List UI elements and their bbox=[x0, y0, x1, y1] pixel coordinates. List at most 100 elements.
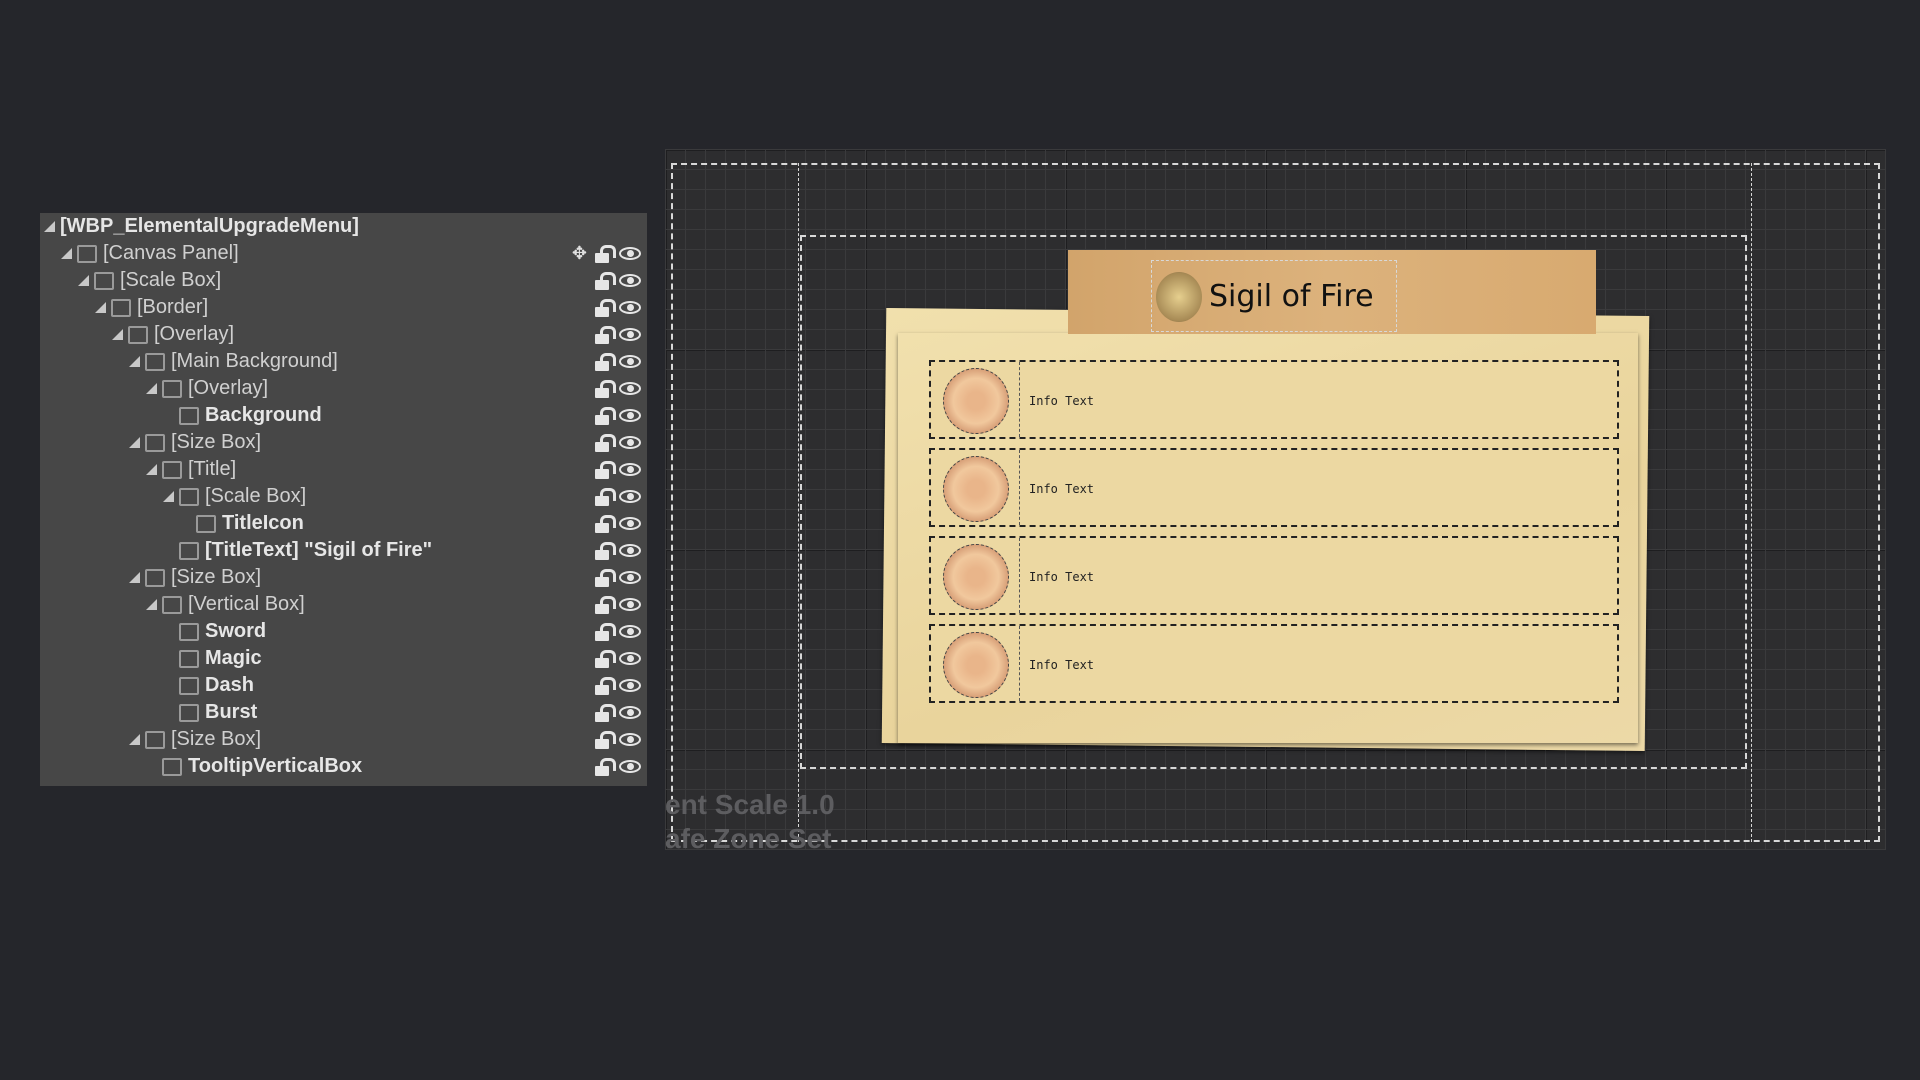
divider bbox=[1019, 626, 1020, 701]
divider bbox=[1019, 450, 1020, 525]
expand-arrow-icon[interactable] bbox=[129, 734, 140, 745]
expand-arrow-icon[interactable] bbox=[146, 383, 157, 394]
hierarchy-row[interactable]: [WBP_ElementalUpgradeMenu] bbox=[40, 213, 647, 240]
lock-open-icon[interactable] bbox=[595, 352, 616, 371]
hierarchy-row[interactable]: Burst bbox=[40, 699, 647, 726]
lock-open-icon[interactable] bbox=[595, 676, 616, 695]
lock-open-icon[interactable] bbox=[595, 541, 616, 560]
hierarchy-row[interactable]: [Main Background] bbox=[40, 348, 647, 375]
visibility-eye-icon[interactable] bbox=[619, 409, 641, 422]
lock-open-icon[interactable] bbox=[595, 703, 616, 722]
hierarchy-row[interactable]: [TitleText] "Sigil of Fire" bbox=[40, 537, 647, 564]
image-icon bbox=[179, 406, 199, 425]
expand-arrow-icon[interactable] bbox=[61, 248, 72, 259]
lock-open-icon[interactable] bbox=[595, 406, 616, 425]
visibility-eye-icon[interactable] bbox=[619, 355, 641, 368]
image-icon bbox=[196, 514, 216, 533]
expand-arrow-icon[interactable] bbox=[95, 302, 106, 313]
lock-open-icon[interactable] bbox=[595, 433, 616, 452]
visibility-eye-icon[interactable] bbox=[619, 490, 641, 503]
lock-open-icon[interactable] bbox=[595, 271, 616, 290]
expand-arrow-icon[interactable] bbox=[129, 572, 140, 583]
visibility-eye-icon[interactable] bbox=[619, 436, 641, 449]
hierarchy-row[interactable]: [Scale Box] bbox=[40, 483, 647, 510]
visibility-eye-icon[interactable] bbox=[619, 544, 641, 557]
lock-open-icon[interactable] bbox=[595, 460, 616, 479]
expand-arrow-icon[interactable] bbox=[129, 356, 140, 367]
size-box-icon bbox=[145, 730, 165, 749]
expand-arrow-icon[interactable] bbox=[163, 491, 174, 502]
lock-open-icon[interactable] bbox=[595, 487, 616, 506]
lock-closed-icon[interactable] bbox=[595, 514, 616, 533]
visibility-eye-icon[interactable] bbox=[619, 598, 641, 611]
expand-arrow-icon[interactable] bbox=[146, 464, 157, 475]
lock-open-icon[interactable] bbox=[595, 568, 616, 587]
expand-arrow-icon[interactable] bbox=[129, 437, 140, 448]
hierarchy-row[interactable]: [Overlay] bbox=[40, 375, 647, 402]
visibility-eye-icon[interactable] bbox=[619, 301, 641, 314]
lock-open-icon[interactable] bbox=[595, 325, 616, 344]
visibility-eye-icon[interactable] bbox=[619, 625, 641, 638]
hierarchy-row[interactable]: [Scale Box] bbox=[40, 267, 647, 294]
sigil-icon bbox=[943, 632, 1009, 698]
upgrade-entry-magic[interactable]: Info Text bbox=[929, 448, 1619, 527]
upgrade-entry-dash[interactable]: Info Text bbox=[929, 536, 1619, 615]
hierarchy-row[interactable]: [Size Box] bbox=[40, 564, 647, 591]
row-label: [TitleText] "Sigil of Fire" bbox=[205, 539, 433, 561]
lock-open-icon[interactable] bbox=[595, 622, 616, 641]
expand-arrow-icon[interactable] bbox=[146, 599, 157, 610]
hierarchy-row[interactable]: Magic bbox=[40, 645, 647, 672]
row-label: [Size Box] bbox=[171, 728, 262, 750]
info-text: Info Text bbox=[1029, 570, 1095, 584]
expand-arrow-icon[interactable] bbox=[78, 275, 89, 286]
lock-open-icon[interactable] bbox=[595, 244, 616, 263]
visibility-eye-icon[interactable] bbox=[619, 679, 641, 692]
lock-open-icon[interactable] bbox=[595, 757, 616, 776]
visibility-eye-icon[interactable] bbox=[619, 247, 641, 260]
visibility-eye-icon[interactable] bbox=[619, 733, 641, 746]
scale-box-icon bbox=[145, 352, 165, 371]
scale-box-icon bbox=[179, 487, 199, 506]
visibility-eye-icon[interactable] bbox=[619, 571, 641, 584]
hierarchy-row[interactable]: [Vertical Box] bbox=[40, 591, 647, 618]
visibility-eye-icon[interactable] bbox=[619, 328, 641, 341]
lock-open-icon[interactable] bbox=[595, 298, 616, 317]
row-label: [Size Box] bbox=[171, 566, 262, 588]
upgrade-entry-sword[interactable]: Info Text bbox=[929, 360, 1619, 439]
hierarchy-row[interactable]: [Size Box] bbox=[40, 429, 647, 456]
hierarchy-row[interactable]: [Size Box] bbox=[40, 726, 647, 753]
hierarchy-row[interactable]: TooltipVerticalBox bbox=[40, 753, 647, 780]
row-label: Magic bbox=[205, 647, 262, 669]
move-icon[interactable]: ✥ bbox=[572, 243, 587, 264]
safe-zone-left bbox=[798, 163, 799, 842]
visibility-eye-icon[interactable] bbox=[619, 463, 641, 476]
visibility-eye-icon[interactable] bbox=[619, 382, 641, 395]
row-label: Burst bbox=[205, 701, 258, 723]
hierarchy-row[interactable]: [Canvas Panel] ✥ bbox=[40, 240, 647, 267]
hierarchy-row[interactable]: Background bbox=[40, 402, 647, 429]
visibility-eye-icon[interactable] bbox=[619, 274, 641, 287]
row-label: Background bbox=[205, 404, 322, 426]
hierarchy-row[interactable]: Sword bbox=[40, 618, 647, 645]
hierarchy-row[interactable]: [Overlay] bbox=[40, 321, 647, 348]
visibility-eye-icon[interactable] bbox=[619, 706, 641, 719]
expand-arrow-icon[interactable] bbox=[44, 221, 55, 232]
visibility-eye-icon[interactable] bbox=[619, 652, 641, 665]
sigil-icon bbox=[943, 544, 1009, 610]
row-label: [Scale Box] bbox=[205, 485, 307, 507]
sigil-icon bbox=[943, 368, 1009, 434]
info-text: Info Text bbox=[1029, 658, 1095, 672]
hierarchy-row[interactable]: TitleIcon bbox=[40, 510, 647, 537]
hierarchy-row[interactable]: Dash bbox=[40, 672, 647, 699]
expand-arrow-icon[interactable] bbox=[112, 329, 123, 340]
visibility-eye-icon[interactable] bbox=[619, 517, 641, 530]
visibility-eye-icon[interactable] bbox=[619, 760, 641, 773]
lock-open-icon[interactable] bbox=[595, 379, 616, 398]
lock-open-icon[interactable] bbox=[595, 730, 616, 749]
hierarchy-row[interactable]: [Border] bbox=[40, 294, 647, 321]
upgrade-entry-burst[interactable]: Info Text bbox=[929, 624, 1619, 703]
lock-open-icon[interactable] bbox=[595, 595, 616, 614]
sigil-icon bbox=[943, 456, 1009, 522]
hierarchy-row[interactable]: [Title] bbox=[40, 456, 647, 483]
lock-open-icon[interactable] bbox=[595, 649, 616, 668]
